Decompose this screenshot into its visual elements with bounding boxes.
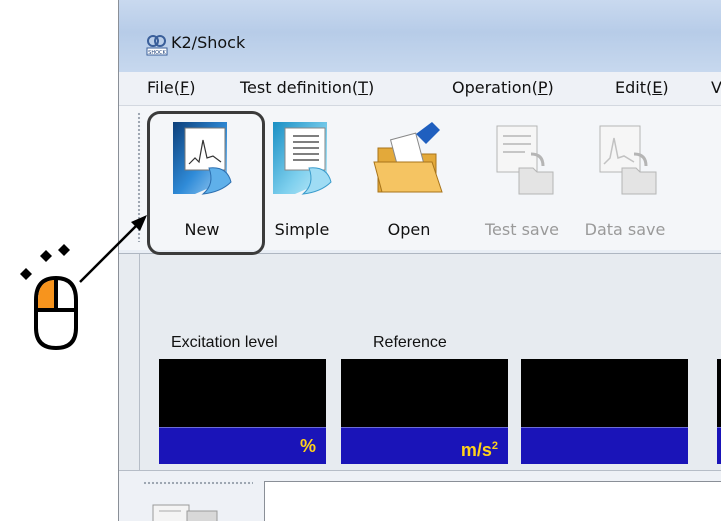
mouse-click-icon bbox=[20, 244, 78, 350]
pointer-arrow-icon bbox=[79, 215, 147, 283]
